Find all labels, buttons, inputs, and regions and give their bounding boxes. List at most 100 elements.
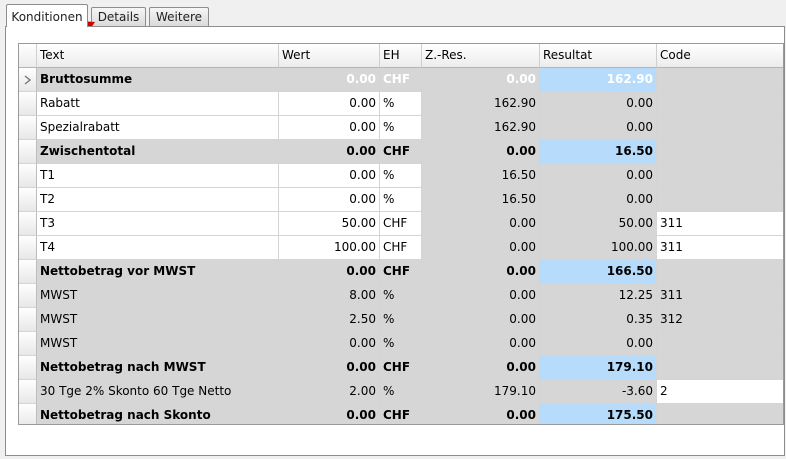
cell-text[interactable]: MWST: [37, 332, 279, 356]
cell-zres[interactable]: 0.00: [422, 332, 540, 356]
row-indicator[interactable]: [19, 284, 37, 308]
column-header-resultat[interactable]: Resultat: [540, 44, 657, 68]
cell-zres[interactable]: 0.00: [422, 212, 540, 236]
cell-resultat[interactable]: 166.50: [540, 260, 657, 284]
column-header-wert[interactable]: Wert: [279, 44, 380, 68]
cell-resultat[interactable]: 50.00: [540, 212, 657, 236]
cell-code[interactable]: [657, 332, 783, 356]
cell-text[interactable]: Nettobetrag vor MWST: [37, 260, 279, 284]
cell-resultat[interactable]: 179.10: [540, 356, 657, 380]
cell-wert[interactable]: 100.00: [279, 236, 380, 260]
cell-code[interactable]: 311: [657, 236, 783, 260]
cell-code[interactable]: 311: [657, 212, 783, 236]
cell-text[interactable]: T2: [37, 188, 279, 212]
cell-text[interactable]: 30 Tge 2% Skonto 60 Tge Netto: [37, 380, 279, 404]
row-indicator[interactable]: [19, 116, 37, 140]
cell-code[interactable]: 312: [657, 308, 783, 332]
cell-code[interactable]: [657, 404, 783, 424]
cell-zres[interactable]: 0.00: [422, 404, 540, 424]
cell-code[interactable]: 311: [657, 284, 783, 308]
cell-eh[interactable]: CHF: [380, 140, 422, 164]
cell-zres[interactable]: 162.90: [422, 92, 540, 116]
row-indicator[interactable]: [19, 68, 37, 92]
cell-text[interactable]: MWST: [37, 284, 279, 308]
row-indicator[interactable]: [19, 164, 37, 188]
cell-resultat[interactable]: 0.00: [540, 188, 657, 212]
cell-text[interactable]: Nettobetrag nach MWST: [37, 356, 279, 380]
cell-wert[interactable]: 0.00: [279, 356, 380, 380]
table-row[interactable]: Spezialrabatt 0.00 % 162.90 0.00: [19, 116, 783, 140]
cell-text[interactable]: Bruttosumme: [37, 68, 279, 92]
cell-zres[interactable]: 0.00: [422, 284, 540, 308]
cell-wert[interactable]: 0.00: [279, 92, 380, 116]
cell-code[interactable]: [657, 68, 783, 92]
cell-zres[interactable]: 0.00: [422, 68, 540, 92]
cell-eh[interactable]: %: [380, 332, 422, 356]
table-row[interactable]: T4 100.00 CHF 0.00 100.00 311: [19, 236, 783, 260]
cell-wert[interactable]: 0.00: [279, 116, 380, 140]
cell-resultat[interactable]: 0.00: [540, 164, 657, 188]
cell-resultat[interactable]: 0.35: [540, 308, 657, 332]
cell-zres[interactable]: 16.50: [422, 188, 540, 212]
column-header-code[interactable]: Code: [657, 44, 783, 68]
cell-text[interactable]: T1: [37, 164, 279, 188]
table-row[interactable]: Nettobetrag nach Skonto 0.00 CHF 0.00 17…: [19, 404, 783, 424]
cell-zres[interactable]: 162.90: [422, 116, 540, 140]
cell-eh[interactable]: %: [380, 308, 422, 332]
cell-zres[interactable]: 0.00: [422, 356, 540, 380]
row-indicator[interactable]: [19, 236, 37, 260]
cell-resultat[interactable]: 0.00: [540, 116, 657, 140]
table-row[interactable]: T3 50.00 CHF 0.00 50.00 311: [19, 212, 783, 236]
row-indicator[interactable]: [19, 140, 37, 164]
tab-konditionen[interactable]: Konditionen: [6, 4, 88, 27]
cell-text[interactable]: Rabatt: [37, 92, 279, 116]
cell-zres[interactable]: 0.00: [422, 308, 540, 332]
row-indicator[interactable]: [19, 92, 37, 116]
row-indicator[interactable]: [19, 260, 37, 284]
table-row[interactable]: 30 Tge 2% Skonto 60 Tge Netto 2.00 % 179…: [19, 380, 783, 404]
cell-text[interactable]: MWST: [37, 308, 279, 332]
column-header-text[interactable]: Text: [37, 44, 279, 68]
column-header-zres[interactable]: Z.-Res.: [422, 44, 540, 68]
cell-wert[interactable]: 0.00: [279, 260, 380, 284]
cell-wert[interactable]: 0.00: [279, 188, 380, 212]
cell-code[interactable]: [657, 188, 783, 212]
table-row[interactable]: Zwischentotal 0.00 CHF 0.00 16.50: [19, 140, 783, 164]
cell-resultat[interactable]: 100.00: [540, 236, 657, 260]
cell-eh[interactable]: CHF: [380, 68, 422, 92]
cell-eh[interactable]: %: [380, 380, 422, 404]
table-row[interactable]: MWST 0.00 % 0.00 0.00: [19, 332, 783, 356]
cell-wert[interactable]: 50.00: [279, 212, 380, 236]
cell-wert[interactable]: 0.00: [279, 140, 380, 164]
cell-code[interactable]: 2: [657, 380, 783, 404]
cell-zres[interactable]: 16.50: [422, 164, 540, 188]
row-indicator[interactable]: [19, 212, 37, 236]
table-row[interactable]: MWST 8.00 % 0.00 12.25 311: [19, 284, 783, 308]
cell-resultat[interactable]: 0.00: [540, 92, 657, 116]
table-row[interactable]: Nettobetrag vor MWST 0.00 CHF 0.00 166.5…: [19, 260, 783, 284]
cell-text[interactable]: Zwischentotal: [37, 140, 279, 164]
cell-wert[interactable]: 0.00: [279, 332, 380, 356]
row-indicator[interactable]: [19, 332, 37, 356]
row-indicator[interactable]: [19, 404, 37, 424]
row-indicator[interactable]: [19, 188, 37, 212]
cell-code[interactable]: [657, 260, 783, 284]
cell-text[interactable]: T4: [37, 236, 279, 260]
cell-resultat[interactable]: -3.60: [540, 380, 657, 404]
cell-eh[interactable]: CHF: [380, 356, 422, 380]
cell-resultat[interactable]: 16.50: [540, 140, 657, 164]
row-indicator[interactable]: [19, 356, 37, 380]
cell-eh[interactable]: CHF: [380, 212, 422, 236]
cell-eh[interactable]: %: [380, 164, 422, 188]
table-row[interactable]: Rabatt 0.00 % 162.90 0.00: [19, 92, 783, 116]
table-row[interactable]: T1 0.00 % 16.50 0.00: [19, 164, 783, 188]
cell-text[interactable]: Spezialrabatt: [37, 116, 279, 140]
cell-eh[interactable]: %: [380, 116, 422, 140]
column-header-eh[interactable]: EH: [380, 44, 422, 68]
cell-resultat[interactable]: 0.00: [540, 332, 657, 356]
cell-zres[interactable]: 179.10: [422, 380, 540, 404]
cell-resultat[interactable]: 162.90: [540, 68, 657, 92]
cell-zres[interactable]: 0.00: [422, 260, 540, 284]
cell-zres[interactable]: 0.00: [422, 140, 540, 164]
table-row[interactable]: MWST 2.50 % 0.00 0.35 312: [19, 308, 783, 332]
